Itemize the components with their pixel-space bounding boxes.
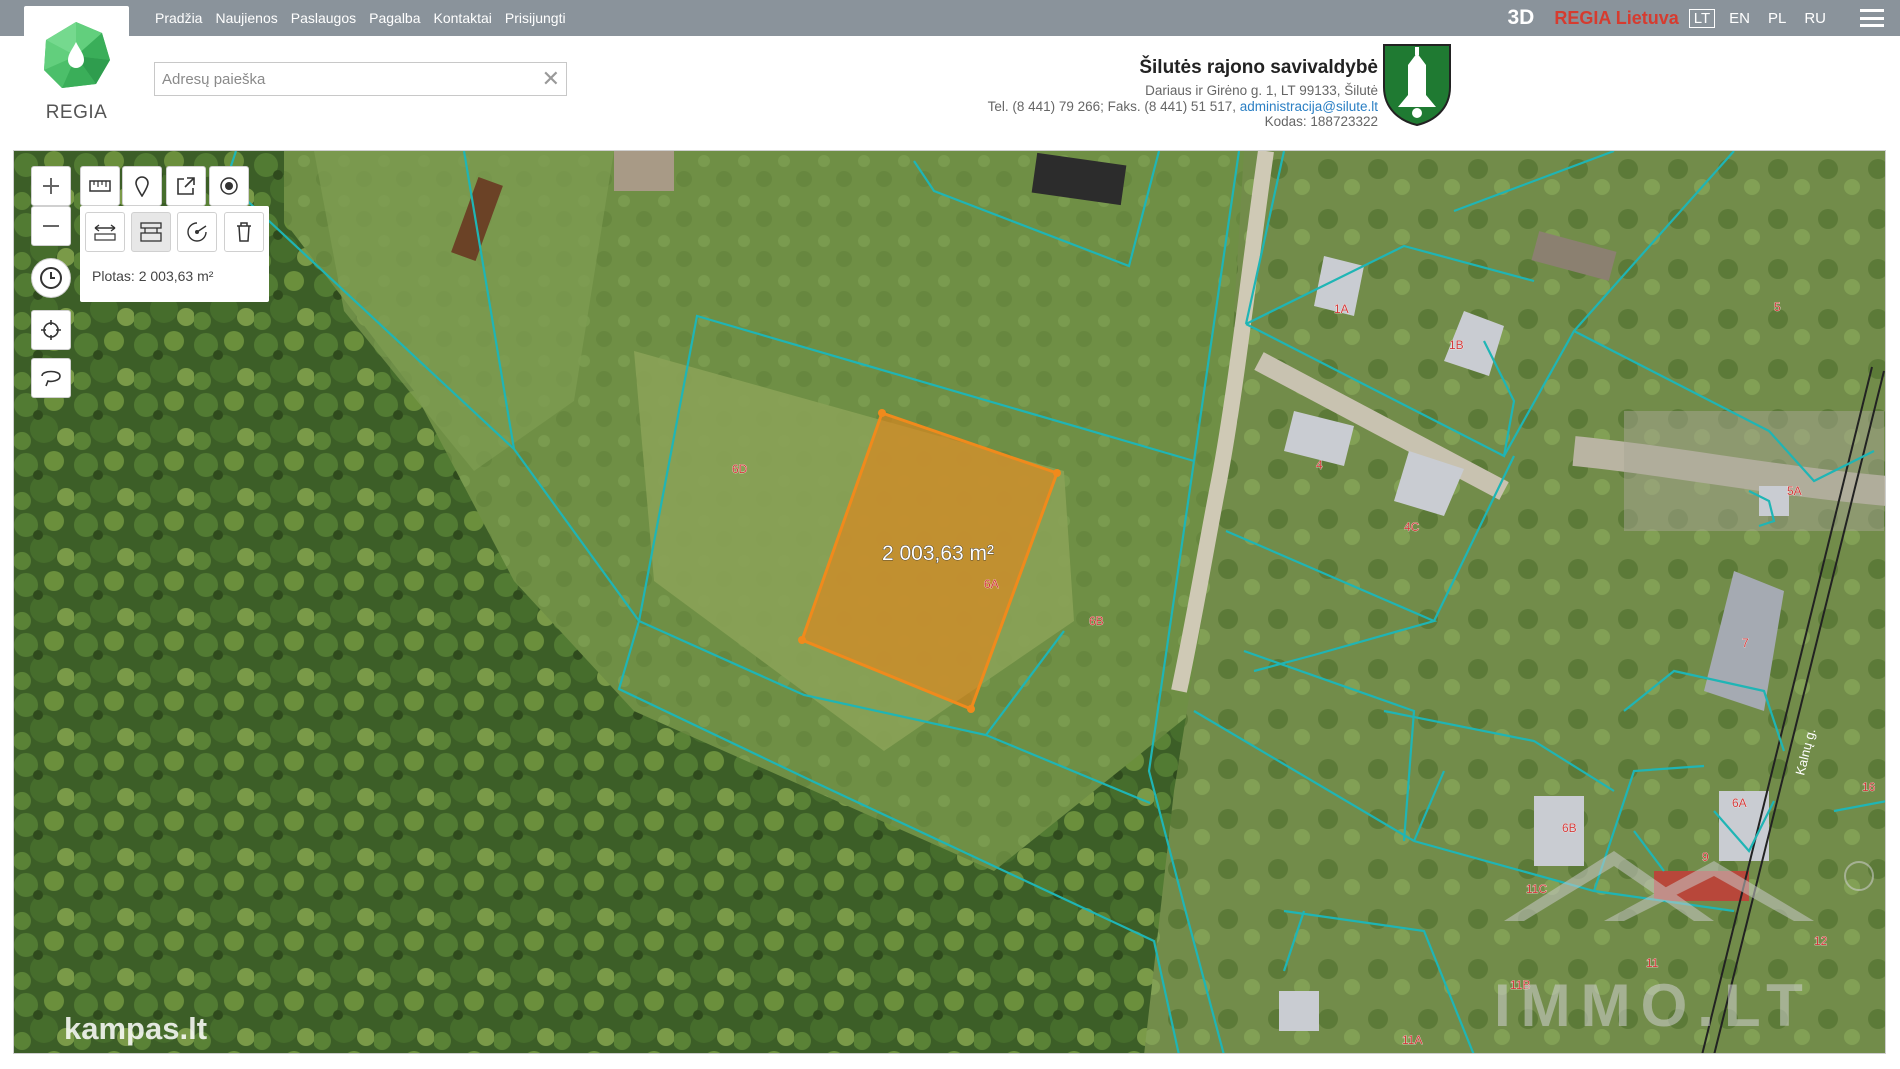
parcel-label: 11 (1646, 956, 1659, 970)
nav-contacts[interactable]: Kontaktai (434, 10, 492, 26)
top-right-controls: 3D REGIA Lietuva LT EN PL RU (1508, 0, 1900, 36)
regia-logo[interactable]: REGIA (24, 6, 129, 130)
parcel-label: 5 (1774, 300, 1781, 314)
zoom-in-button[interactable] (31, 166, 71, 206)
measure-distance-button[interactable] (85, 212, 125, 252)
nav-login[interactable]: Prisijungti (505, 10, 566, 26)
marker-tool-button[interactable] (122, 166, 162, 206)
lang-en[interactable]: EN (1725, 10, 1754, 27)
municipality-crest-icon (1383, 44, 1451, 127)
parcel-label: 6B (1089, 614, 1104, 628)
nav-home[interactable]: Pradžia (155, 10, 202, 26)
regia-logo-icon (44, 22, 110, 88)
measure-radius-button[interactable] (177, 212, 217, 252)
export-button[interactable] (166, 166, 206, 206)
area-icon (140, 222, 162, 242)
municipality-code: Kodas: 188723322 (1264, 114, 1378, 129)
parcel-label: 11A (1402, 1033, 1422, 1047)
delete-measure-button[interactable] (224, 212, 264, 252)
map-canvas[interactable]: 6D 6A 6B 1A 1B 4 4C 5 5A 7 6B 11C 11 11B… (14, 151, 1886, 1054)
hamburger-menu-icon[interactable] (1860, 9, 1884, 27)
parcel-label: 1B (1449, 338, 1464, 352)
address-search-input[interactable] (155, 63, 539, 95)
distance-icon (94, 224, 116, 241)
parcel-label: 6A (1732, 796, 1747, 810)
municipality-email-link[interactable]: administracija@silute.lt (1240, 99, 1378, 114)
parcel-label: 9 (1702, 850, 1709, 864)
parcel-label: 6A (984, 577, 999, 591)
logo-text: REGIA (45, 102, 108, 123)
nav-news[interactable]: Naujienos (215, 10, 277, 26)
clear-search-icon[interactable]: ✕ (542, 66, 560, 92)
municipality-phones: Tel. (8 441) 79 266; Faks. (8 441) 51 51… (987, 98, 1236, 114)
map-pin-icon (135, 176, 149, 197)
lasso-select-button[interactable] (31, 358, 71, 398)
measure-tool-button[interactable] (80, 166, 120, 206)
lang-pl[interactable]: PL (1764, 10, 1790, 27)
crosshair-icon (41, 320, 61, 340)
zoom-out-button[interactable] (31, 206, 71, 246)
3d-button[interactable]: 3D (1508, 6, 1535, 30)
top-bar: Pradžia Naujienos Paslaugos Pagalba Kont… (0, 0, 1900, 36)
map-view[interactable]: 6D 6A 6B 1A 1B 4 4C 5 5A 7 6B 11C 11 11B… (13, 150, 1886, 1054)
parcel-label: 11C (1526, 882, 1547, 896)
regia-lietuva-link[interactable]: REGIA Lietuva (1554, 8, 1678, 29)
measure-area-button[interactable] (131, 212, 171, 252)
parcel-label: 1A (1334, 302, 1349, 316)
municipality-info: Šilutės rajono savivaldybė Dariaus ir Gi… (988, 56, 1378, 130)
nav-help[interactable]: Pagalba (369, 10, 420, 26)
minus-icon (43, 225, 59, 227)
lang-ru[interactable]: RU (1800, 10, 1830, 27)
immo-watermark-text: IMMO.LT (1494, 972, 1813, 1039)
parcel-label: 5A (1787, 484, 1802, 498)
lasso-icon (41, 370, 61, 387)
trash-icon (237, 222, 251, 242)
radius-icon (187, 222, 207, 242)
address-search: ✕ (154, 62, 567, 96)
municipality-address: Dariaus ir Girėno g. 1, LT 99133, Šilutė (1145, 83, 1378, 98)
target-icon (220, 177, 238, 195)
clock-icon (40, 267, 62, 289)
plus-icon (43, 178, 59, 194)
map-area-label: 2 003,63 m² (882, 542, 994, 565)
lang-lt[interactable]: LT (1688, 8, 1716, 28)
municipality-contacts: Tel. (8 441) 79 266; Faks. (8 441) 51 51… (988, 99, 1378, 115)
parcel-label: 16 (1862, 780, 1876, 794)
kampas-watermark: kampas.lt (64, 1011, 208, 1046)
parcel-label: 12 (1814, 934, 1828, 948)
area-result-text: Plotas: 2 003,63 m² (92, 268, 214, 284)
main-nav: Pradžia Naujienos Paslaugos Pagalba Kont… (155, 0, 566, 36)
locate-button[interactable] (31, 310, 71, 350)
parcel-label: 4C (1404, 520, 1420, 534)
history-button[interactable] (31, 258, 71, 298)
ruler-icon (89, 180, 111, 192)
point-tool-button[interactable] (209, 166, 249, 206)
municipality-name: Šilutės rajono savivaldybė (1139, 57, 1378, 78)
external-link-icon (177, 177, 195, 195)
parcel-label: 6B (1562, 821, 1577, 835)
parcel-label: 4 (1316, 458, 1323, 472)
parcel-label: 7 (1742, 636, 1749, 650)
parcel-label: 6D (732, 462, 748, 476)
nav-services[interactable]: Paslaugos (291, 10, 356, 26)
